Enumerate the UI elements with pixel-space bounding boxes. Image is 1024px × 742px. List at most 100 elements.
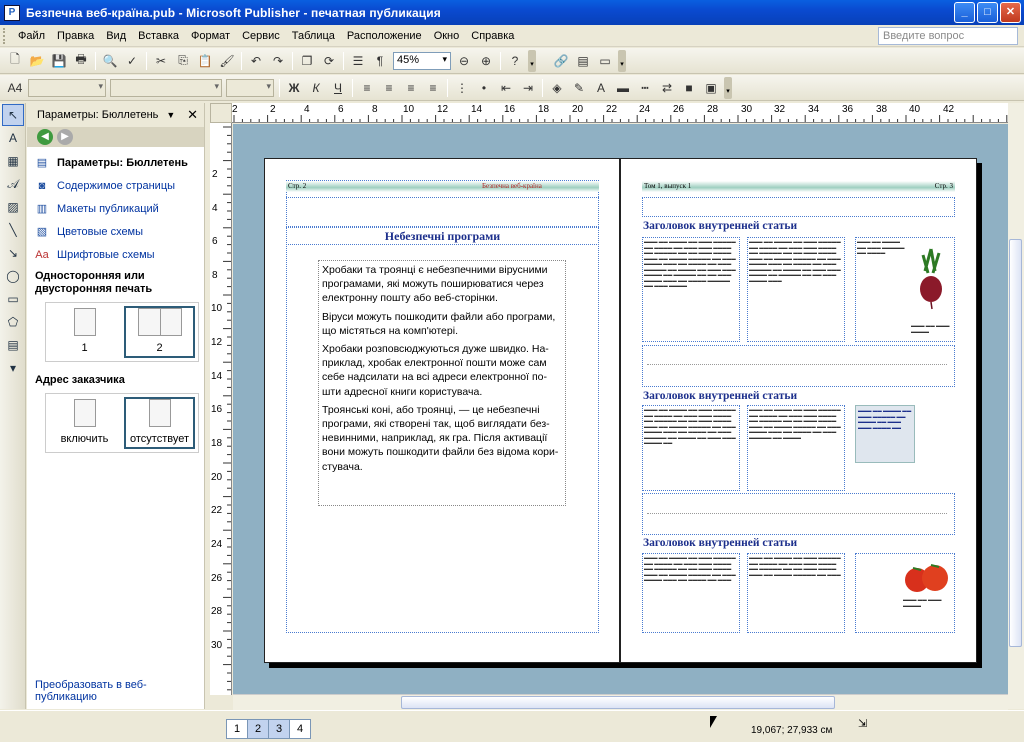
design-gallery-icon[interactable]: ▤ xyxy=(2,334,24,356)
bold-icon[interactable]: Ж xyxy=(283,77,305,99)
address-option-include[interactable]: включить xyxy=(49,397,120,449)
vertical-ruler[interactable]: 2 4 6 8 10 12 14 16 18 20 22 24 26 28 30 xyxy=(210,123,232,695)
columns-icon[interactable]: ☰ xyxy=(347,50,369,72)
menu-edit[interactable]: Правка xyxy=(51,28,100,44)
tp-item-newsletter[interactable]: ▤ Параметры: Бюллетень xyxy=(35,151,204,174)
vertical-scrollbar[interactable] xyxy=(1008,103,1024,709)
objects-more-icon[interactable]: ▾ xyxy=(2,357,24,379)
minimize-button[interactable]: _ xyxy=(954,2,975,23)
task-pane-header[interactable]: Параметры: Бюллетень ▼ ✕ xyxy=(27,103,204,127)
3d-icon[interactable]: ▣ xyxy=(700,77,722,99)
menu-view[interactable]: Вид xyxy=(100,28,132,44)
web-preview-icon[interactable]: ▭ xyxy=(594,50,616,72)
print-preview-icon[interactable]: 🔍 xyxy=(99,50,121,72)
tp-item-page-content[interactable]: ◙ Содержимое страницы xyxy=(35,174,204,197)
top-text-frame[interactable] xyxy=(286,197,599,227)
toolbar-overflow-icon-2[interactable]: ▾ xyxy=(618,49,626,72)
line-tool-icon[interactable]: ╲ xyxy=(2,219,24,241)
convert-to-web-link[interactable]: Преобразовать в веб-публикацию xyxy=(35,679,204,703)
styles-icon[interactable]: A4 xyxy=(4,77,26,99)
spelling-icon[interactable]: ✓ xyxy=(121,50,143,72)
horizontal-scrollbar[interactable] xyxy=(233,694,1008,710)
tp-item-font-schemes[interactable]: Aa Шрифтовые схемы xyxy=(35,243,204,266)
toolbar-overflow-icon[interactable]: ▾ xyxy=(528,49,536,72)
menu-file[interactable]: Файл xyxy=(12,28,51,44)
ask-question-input[interactable]: Введите вопрос xyxy=(878,27,1018,45)
format-painter-icon[interactable]: 🖌 xyxy=(216,50,238,72)
underline-icon[interactable]: Ч xyxy=(327,77,349,99)
inner-heading-3[interactable]: Заголовок внутренней статьи xyxy=(643,537,797,549)
back-icon[interactable]: ◀ xyxy=(37,129,53,145)
menu-insert[interactable]: Вставка xyxy=(132,28,185,44)
fill-color-icon[interactable]: ◈ xyxy=(546,77,568,99)
tomato-image-icon[interactable] xyxy=(901,559,953,595)
hyperlink-icon[interactable]: 🔗 xyxy=(550,50,572,72)
numbering-icon[interactable]: ⋮ xyxy=(451,77,473,99)
inner-heading-2[interactable]: Заголовок внутренней статьи xyxy=(643,390,797,402)
close-button[interactable]: ✕ xyxy=(1000,2,1021,23)
pilcrow-icon[interactable]: ¶ xyxy=(369,50,391,72)
justify-icon[interactable]: ≡ xyxy=(422,77,444,99)
rotate-icon[interactable]: ⟳ xyxy=(318,50,340,72)
tp-item-layouts[interactable]: ▥ Макеты публикаций xyxy=(35,197,204,220)
article-title[interactable]: Небезпечні програми xyxy=(286,229,599,244)
publisher-app-icon[interactable]: P xyxy=(4,4,20,21)
autoshapes-icon[interactable]: ⬠ xyxy=(2,311,24,333)
arrow-style-icon[interactable]: ⇄ xyxy=(656,77,678,99)
rectangle-tool-icon[interactable]: ▭ xyxy=(2,288,24,310)
wordart-icon[interactable]: 𝒜 xyxy=(2,173,24,195)
page-tab-4[interactable]: 4 xyxy=(289,719,311,739)
bullets-icon[interactable]: • xyxy=(473,77,495,99)
insert-table-icon[interactable]: ▦ xyxy=(2,150,24,172)
font-select[interactable] xyxy=(110,78,222,97)
arrow-tool-icon[interactable]: ↘ xyxy=(2,242,24,264)
toolbar-overflow-icon-3[interactable]: ▾ xyxy=(724,76,732,99)
new-icon[interactable]: 🗋 xyxy=(4,50,26,72)
undo-icon[interactable]: ↶ xyxy=(245,50,267,72)
inner-heading-1[interactable]: Заголовок внутренней статьи xyxy=(643,220,797,232)
print-option-double[interactable]: 2 xyxy=(124,306,195,358)
maximize-button[interactable]: □ xyxy=(977,2,998,23)
bring-forward-icon[interactable]: ❐ xyxy=(296,50,318,72)
top-frame[interactable] xyxy=(642,197,955,217)
ruler-corner[interactable] xyxy=(210,103,232,123)
right-page[interactable]: Том 1, выпуск 1 Стр. 3 Заголовок внутрен… xyxy=(620,158,977,663)
align-left-icon[interactable]: ≡ xyxy=(356,77,378,99)
picture-frame-icon[interactable]: ▨ xyxy=(2,196,24,218)
font-size-select[interactable] xyxy=(226,78,274,97)
style-select[interactable] xyxy=(28,78,106,97)
forward-icon[interactable]: ▶ xyxy=(57,129,73,145)
task-pane-dropdown-icon[interactable]: ▼ xyxy=(166,110,175,120)
tp-item-color-schemes[interactable]: ▧ Цветовые схемы xyxy=(35,220,204,243)
address-option-none[interactable]: отсутствует xyxy=(124,397,195,449)
save-icon[interactable]: 💾 xyxy=(48,50,70,72)
zoom-select[interactable]: 45% xyxy=(393,51,451,70)
menu-format[interactable]: Формат xyxy=(185,28,236,44)
copy-icon[interactable]: ⎘ xyxy=(172,50,194,72)
increase-indent-icon[interactable]: ⇥ xyxy=(517,77,539,99)
line-style-icon[interactable]: ▬ xyxy=(612,77,634,99)
horizontal-scroll-thumb[interactable] xyxy=(401,696,835,709)
separator-frame[interactable] xyxy=(642,493,955,535)
shadow-icon[interactable]: ■ xyxy=(678,77,700,99)
font-color-icon[interactable]: A xyxy=(590,77,612,99)
menu-window[interactable]: Окно xyxy=(428,28,466,44)
align-right-icon[interactable]: ≡ xyxy=(400,77,422,99)
task-pane-close-icon[interactable]: ✕ xyxy=(187,107,198,123)
beet-image-icon[interactable] xyxy=(911,245,951,311)
separator-frame[interactable] xyxy=(642,345,955,387)
menu-table[interactable]: Таблица xyxy=(286,28,341,44)
vertical-scroll-thumb[interactable] xyxy=(1009,239,1022,647)
menu-tools[interactable]: Сервис xyxy=(236,28,286,44)
select-pointer-icon[interactable]: ↖ xyxy=(2,104,24,126)
print-icon[interactable]: 🖶 xyxy=(70,50,92,72)
print-option-single[interactable]: 1 xyxy=(49,306,120,358)
menu-grip[interactable] xyxy=(3,27,8,44)
text-box-icon[interactable]: A xyxy=(2,127,24,149)
zoom-out-icon[interactable]: ⊖ xyxy=(453,50,475,72)
paste-icon[interactable]: 📋 xyxy=(194,50,216,72)
page-tab-3[interactable]: 3 xyxy=(268,719,290,739)
align-center-icon[interactable]: ≡ xyxy=(378,77,400,99)
help-icon[interactable]: ? xyxy=(504,50,526,72)
line-color-icon[interactable]: ✎ xyxy=(568,77,590,99)
